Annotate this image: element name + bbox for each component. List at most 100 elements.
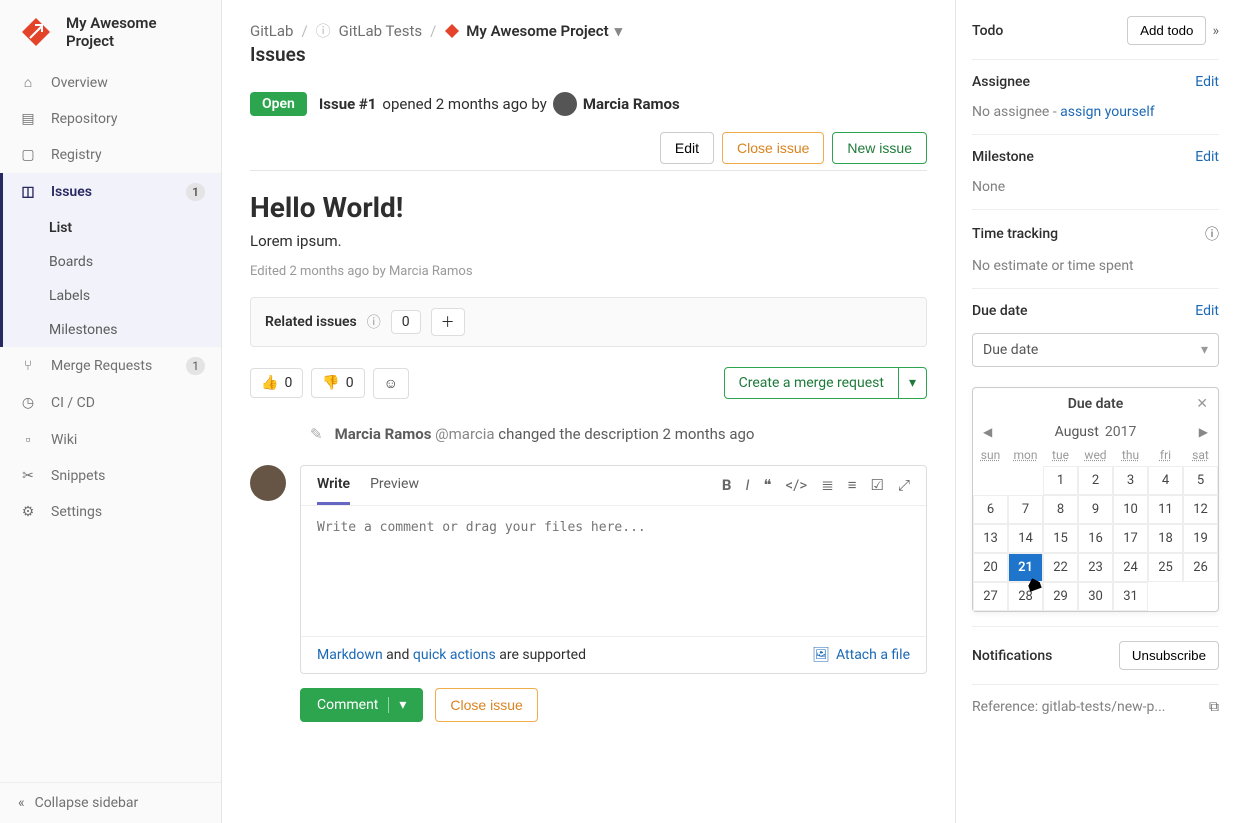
datepicker-day[interactable]: 31 xyxy=(1113,582,1148,611)
close-issue-button[interactable]: Close issue xyxy=(722,132,824,164)
datepicker-day[interactable]: 13 xyxy=(973,524,1008,553)
datepicker-grid: sunmontuewedthufrisat1234567891011121314… xyxy=(973,444,1218,611)
crumb-group[interactable]: GitLab Tests xyxy=(339,22,422,40)
activity-handle[interactable]: @marcia xyxy=(435,425,494,443)
close-issue-button-2[interactable]: Close issue xyxy=(435,688,537,722)
author-avatar[interactable] xyxy=(553,92,577,116)
datepicker-day[interactable]: 18 xyxy=(1148,524,1183,553)
nav-ci-cd[interactable]: ◷ CI / CD xyxy=(0,385,221,421)
datepicker-day[interactable]: 25 xyxy=(1148,553,1183,582)
nav-wiki[interactable]: ▫ Wiki xyxy=(0,421,221,458)
quote-icon[interactable]: ❝ xyxy=(763,476,771,505)
milestone-edit[interactable]: Edit xyxy=(1195,149,1219,165)
unsubscribe-button[interactable]: Unsubscribe xyxy=(1119,641,1219,670)
italic-icon[interactable]: I xyxy=(745,476,749,505)
preview-tab[interactable]: Preview xyxy=(370,476,419,505)
datepicker-day[interactable]: 7 xyxy=(1008,495,1043,524)
fullscreen-icon[interactable]: ⤢ xyxy=(898,476,910,505)
datepicker-close-icon[interactable]: ✕ xyxy=(1196,396,1208,412)
thumbs-down-button[interactable]: 👎 0 xyxy=(311,368,364,398)
help-icon[interactable]: ⓘ xyxy=(367,312,381,332)
bold-icon[interactable]: B xyxy=(722,476,732,505)
nav-merge-requests[interactable]: ⑂ Merge Requests 1 xyxy=(0,347,221,385)
assign-yourself[interactable]: assign yourself xyxy=(1060,104,1154,120)
task-icon[interactable]: ☑ xyxy=(871,476,884,505)
project-header[interactable]: My Awesome Project xyxy=(0,0,221,64)
datepicker-day[interactable]: 12 xyxy=(1183,495,1218,524)
datepicker-day[interactable]: 1 xyxy=(1043,466,1078,495)
nav-label: Wiki xyxy=(51,432,77,448)
expand-icon[interactable]: » xyxy=(1212,23,1219,39)
add-related-button[interactable]: ＋ xyxy=(431,308,465,336)
datepicker-day[interactable]: 29 xyxy=(1043,582,1078,611)
datepicker-day[interactable]: 19 xyxy=(1183,524,1218,553)
subnav-list[interactable]: List xyxy=(0,211,221,245)
nav-registry[interactable]: ▢ Registry xyxy=(0,137,221,173)
datepicker-day[interactable]: 17 xyxy=(1113,524,1148,553)
due-date-edit[interactable]: Edit xyxy=(1195,303,1219,319)
subnav-labels[interactable]: Labels xyxy=(0,279,221,313)
datepicker-day[interactable]: 3 xyxy=(1113,466,1148,495)
crumb-root[interactable]: GitLab xyxy=(250,22,293,40)
datepicker-day[interactable]: 4 xyxy=(1148,466,1183,495)
datepicker-month[interactable]: August2017 xyxy=(1055,424,1137,440)
due-date-select[interactable]: Due date ▾ xyxy=(972,333,1219,367)
nav-overview[interactable]: ⌂ Overview xyxy=(0,64,221,101)
comment-submit-button[interactable]: Comment ▾ xyxy=(300,688,423,722)
thumbs-up-button[interactable]: 👍 0 xyxy=(250,368,303,398)
datepicker-day[interactable]: 10 xyxy=(1113,495,1148,524)
datepicker-next-icon[interactable]: ▶ xyxy=(1199,425,1208,439)
datepicker-day[interactable]: 24 xyxy=(1113,553,1148,582)
datepicker-day[interactable]: 21 xyxy=(1008,553,1043,582)
comment-textarea[interactable] xyxy=(301,506,926,636)
comment-submit-caret[interactable]: ▾ xyxy=(388,697,406,713)
issue-author[interactable]: Marcia Ramos xyxy=(583,95,680,113)
due-date-label: Due date xyxy=(972,303,1028,319)
subnav-milestones[interactable]: Milestones xyxy=(0,313,221,347)
datepicker-day[interactable]: 14 xyxy=(1008,524,1043,553)
datepicker-day[interactable]: 5 xyxy=(1183,466,1218,495)
create-merge-request-button[interactable]: Create a merge request ▾ xyxy=(724,367,927,399)
add-reaction-button[interactable]: ☺ xyxy=(373,368,409,399)
datepicker-day[interactable]: 26 xyxy=(1183,553,1218,582)
datepicker-day[interactable]: 23 xyxy=(1078,553,1113,582)
markdown-link[interactable]: Markdown xyxy=(317,647,383,663)
datepicker-prev-icon[interactable]: ◀ xyxy=(983,425,992,439)
help-icon[interactable]: ⓘ xyxy=(1205,224,1219,244)
merge-btn-caret[interactable]: ▾ xyxy=(899,368,926,398)
nav-settings[interactable]: ⚙ Settings xyxy=(0,494,221,530)
datepicker-day[interactable]: 6 xyxy=(973,495,1008,524)
datepicker-day[interactable]: 22 xyxy=(1043,553,1078,582)
copy-icon[interactable]: ⧉ xyxy=(1209,699,1219,715)
datepicker-day[interactable]: 2 xyxy=(1078,466,1113,495)
edit-issue-button[interactable]: Edit xyxy=(660,132,714,164)
add-todo-button[interactable]: Add todo xyxy=(1127,16,1206,45)
reactions-bar: 👍 0 👎 0 ☺ Create a merge request ▾ xyxy=(250,367,927,399)
datepicker-day[interactable]: 8 xyxy=(1043,495,1078,524)
current-user-avatar[interactable] xyxy=(250,465,286,501)
datepicker-day[interactable]: 20 xyxy=(973,553,1008,582)
collapse-sidebar[interactable]: « Collapse sidebar xyxy=(0,782,221,823)
nav-issues[interactable]: ◫ Issues 1 xyxy=(0,173,221,211)
nav-snippets[interactable]: ✂ Snippets xyxy=(0,458,221,494)
attach-file-button[interactable]: 🖼 Attach a file xyxy=(812,647,910,663)
nav-repository[interactable]: ▤ Repository xyxy=(0,101,221,137)
code-icon[interactable]: </> xyxy=(786,476,808,505)
merge-btn-label[interactable]: Create a merge request xyxy=(725,368,899,398)
write-tab[interactable]: Write xyxy=(317,476,350,505)
datepicker-day[interactable]: 30 xyxy=(1078,582,1113,611)
datepicker-day[interactable]: 15 xyxy=(1043,524,1078,553)
datepicker-day[interactable]: 27 xyxy=(973,582,1008,611)
assignee-edit[interactable]: Edit xyxy=(1195,74,1219,90)
quick-actions-link[interactable]: quick actions xyxy=(413,647,496,663)
activity-author[interactable]: Marcia Ramos xyxy=(335,425,432,443)
ol-icon[interactable]: ≡ xyxy=(848,476,857,505)
datepicker-day[interactable]: 9 xyxy=(1078,495,1113,524)
datepicker-day[interactable]: 11 xyxy=(1148,495,1183,524)
datepicker-day[interactable]: 16 xyxy=(1078,524,1113,553)
ul-icon[interactable]: ≣ xyxy=(821,476,834,505)
subnav-boards[interactable]: Boards xyxy=(0,245,221,279)
new-issue-button[interactable]: New issue xyxy=(832,132,927,164)
related-issues-box: Related issues ⓘ 0 ＋ xyxy=(250,297,927,347)
crumb-project[interactable]: My Awesome Project ▾ xyxy=(444,22,622,40)
